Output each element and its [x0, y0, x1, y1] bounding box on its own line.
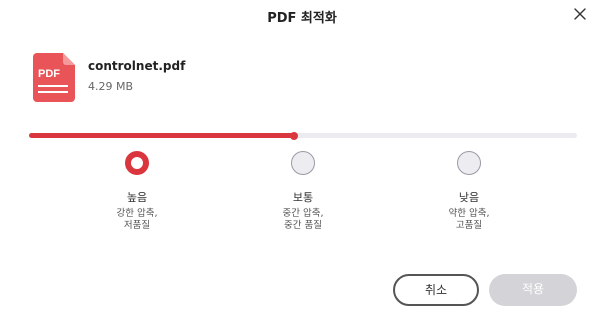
- option-medium-desc: 중간 압축, 중간 품질: [243, 208, 363, 232]
- file-name: controlnet.pdf: [88, 59, 186, 73]
- radio-medium[interactable]: [291, 151, 315, 175]
- option-low[interactable]: 낮음 약한 압축, 고품질: [409, 151, 529, 232]
- option-high-label: 높음: [126, 191, 148, 204]
- option-high-desc-line1: 강한 압축,: [116, 208, 158, 219]
- option-high-desc-line2: 저품질: [123, 220, 151, 231]
- compression-slider[interactable]: [29, 131, 577, 140]
- option-medium-label: 보통: [292, 191, 314, 204]
- file-size: 4.29 MB: [88, 80, 134, 93]
- option-medium[interactable]: 보통 중간 압축, 중간 품질: [243, 151, 363, 232]
- optimize-pdf-dialog: PDF 최적화 PDF controlnet.pdf 4.29 MB 높음 강한…: [0, 0, 604, 320]
- close-icon[interactable]: [572, 6, 588, 22]
- radio-high[interactable]: [125, 151, 149, 175]
- option-low-desc-line1: 약한 압축,: [448, 208, 490, 219]
- option-medium-desc-line2: 중간 품질: [284, 220, 322, 231]
- pdf-icon-text: PDF: [38, 68, 60, 80]
- option-low-desc-line2: 고품질: [455, 220, 483, 231]
- option-low-desc: 약한 압축, 고품질: [409, 208, 529, 232]
- option-low-label: 낮음: [458, 191, 480, 204]
- dialog-title: PDF 최적화: [267, 11, 337, 26]
- option-high-desc: 강한 압축, 저품질: [77, 208, 197, 232]
- compression-slider-handle[interactable]: [290, 131, 299, 140]
- compression-slider-fill: [29, 133, 295, 138]
- apply-button[interactable]: 적용: [489, 274, 577, 306]
- radio-low[interactable]: [457, 151, 481, 175]
- pdf-file-icon: PDF: [33, 53, 75, 102]
- option-high[interactable]: 높음 강한 압축, 저품질: [77, 151, 197, 232]
- option-medium-desc-line1: 중간 압축,: [282, 208, 324, 219]
- cancel-button[interactable]: 취소: [393, 274, 479, 306]
